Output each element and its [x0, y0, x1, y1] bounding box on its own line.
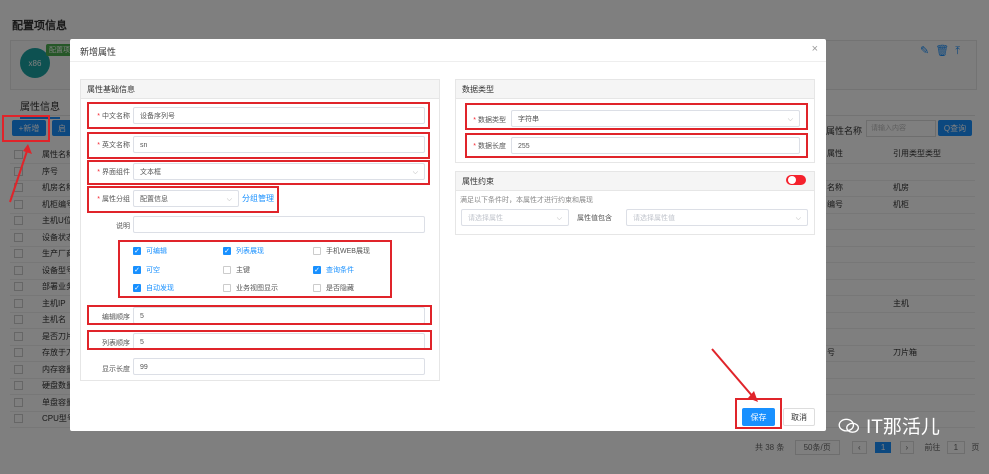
arrow-to-save: [711, 348, 755, 399]
annotation-arrows: [9, 144, 758, 402]
watermark-text: IT那活儿: [866, 417, 940, 438]
wechat-icon: [838, 418, 859, 433]
watermark: IT那活儿: [838, 412, 940, 439]
arrowhead-add: [23, 144, 32, 154]
arrow-to-add: [9, 147, 29, 203]
